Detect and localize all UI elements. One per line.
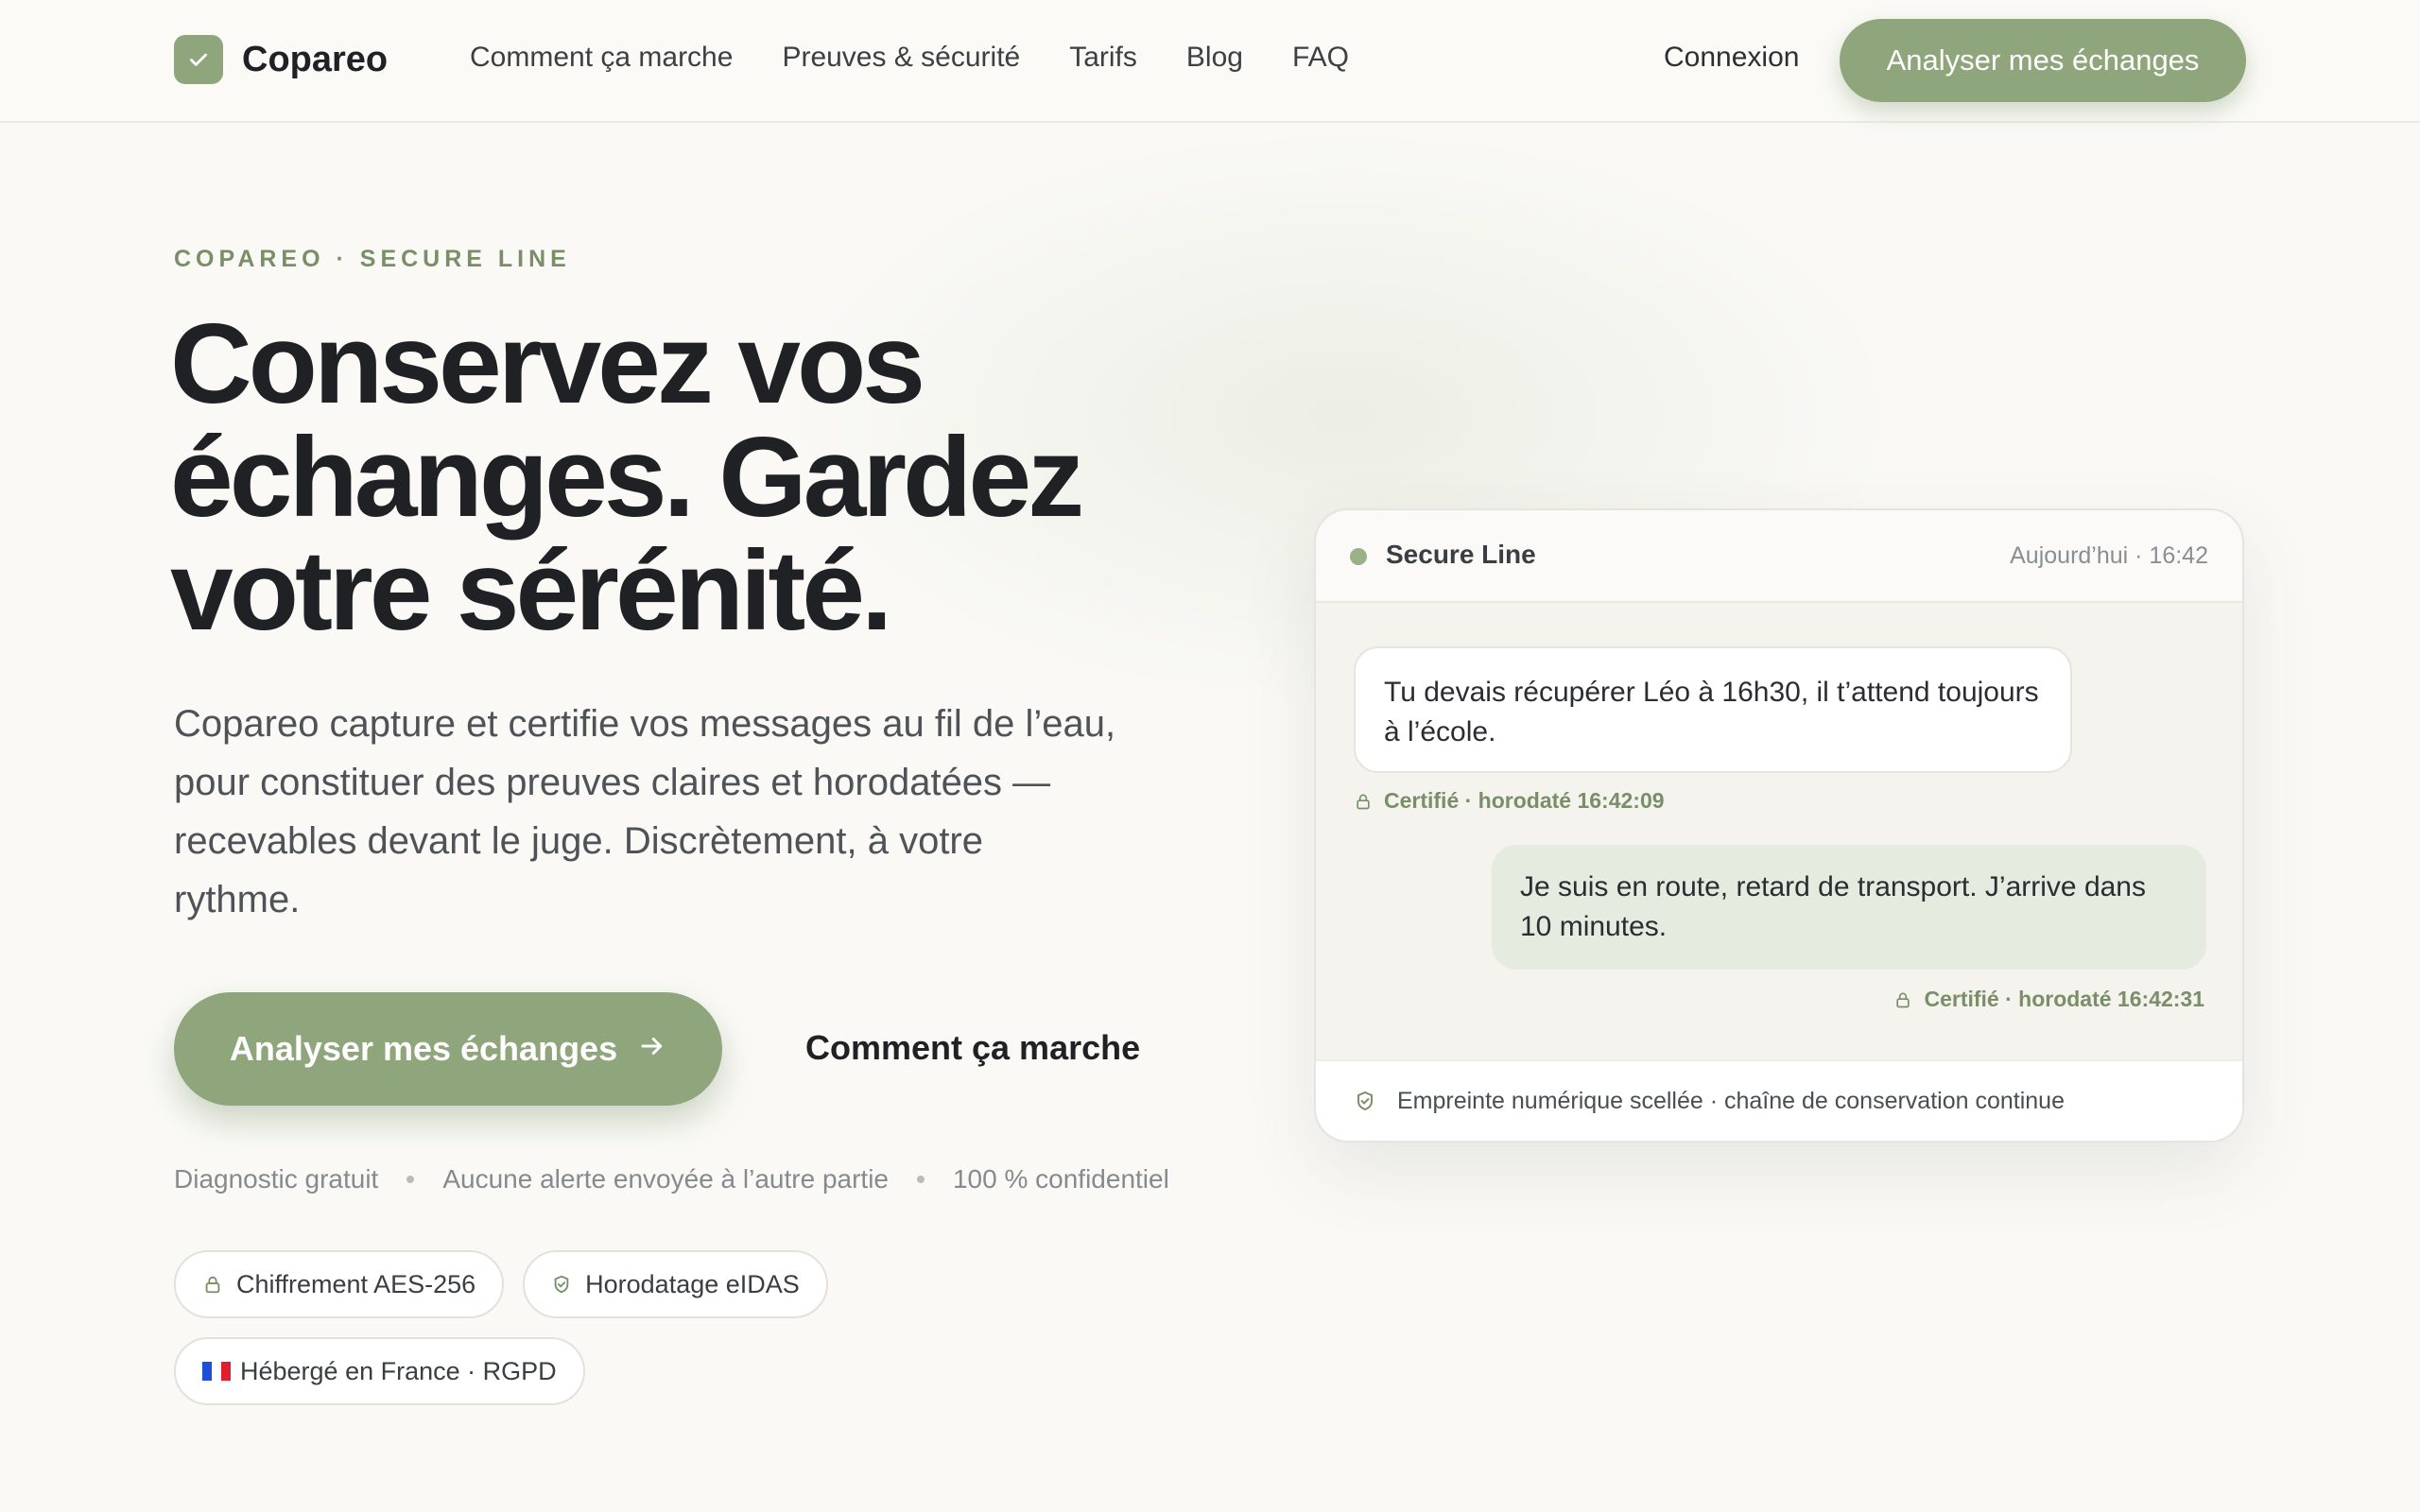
assurance-item: Diagnostic gratuit xyxy=(174,1164,379,1194)
nav-link-how-it-works[interactable]: Comment ça marche xyxy=(470,42,733,74)
arrow-right-icon xyxy=(638,1029,666,1069)
top-navigation: Copareo Comment ça marche Preuves & sécu… xyxy=(0,0,2420,123)
card-footer: Empreinte numérique scellée · chaîne de … xyxy=(1316,1059,2242,1141)
stamp-label: Certifié · horodaté 16:42:31 xyxy=(1924,987,2204,1011)
card-title: Secure Line xyxy=(1386,540,1536,569)
assurance-item: Aucune alerte envoyée à l’autre partie xyxy=(442,1164,889,1194)
shield-check-icon xyxy=(1357,1091,1373,1111)
assurance-list: Diagnostic gratuit Aucune alerte envoyée… xyxy=(174,1164,1169,1194)
trust-badges: Chiffrement AES-256 Horodatage eIDAS Héb… xyxy=(174,1250,892,1424)
headline-line-2: échanges. Gardez xyxy=(170,414,1084,541)
incoming-message: Tu devais récupérer Léo à 16h30, il t’at… xyxy=(1354,646,2072,773)
headline-line-3: votre sérénité. xyxy=(170,527,892,654)
stamp-label: Certifié · horodaté 16:42:09 xyxy=(1384,788,1665,813)
hero-analyze-button[interactable]: Analyser mes échanges xyxy=(174,992,722,1106)
outgoing-message: Je suis en route, retard de transport. J… xyxy=(1492,845,2206,970)
brand-name: Copareo xyxy=(242,39,389,79)
assurance-item: 100 % confidentiel xyxy=(952,1164,1169,1194)
lock-icon xyxy=(1896,992,1910,1007)
check-logo-icon xyxy=(174,35,223,84)
headline-line-1: Conservez vos xyxy=(170,301,925,427)
brand-logo[interactable]: Copareo xyxy=(174,35,388,84)
secure-line-card: Secure Line Aujourd’hui · 16:42 Tu devai… xyxy=(1314,508,2244,1143)
hero-how-it-works-link[interactable]: Comment ça marche xyxy=(805,1028,1140,1068)
shield-check-icon xyxy=(551,1274,572,1295)
nav-analyze-button[interactable]: Analyser mes échanges xyxy=(1840,19,2246,102)
hero-analyze-label: Analyser mes échanges xyxy=(229,1029,618,1068)
badge-label: Chiffrement AES-256 xyxy=(236,1269,476,1298)
nav-link-faq[interactable]: FAQ xyxy=(1292,42,1349,74)
hero-eyebrow: COPAREO · SECURE LINE xyxy=(174,246,571,272)
badge-encryption: Chiffrement AES-256 xyxy=(174,1250,505,1318)
hero-lead: Copareo capture et certifie vos messages… xyxy=(174,703,1116,920)
badge-label: Hébergé en France · RGPD xyxy=(240,1356,557,1385)
lock-icon xyxy=(1357,794,1370,809)
online-status-icon xyxy=(1350,548,1367,565)
bullet-separator xyxy=(916,1176,925,1183)
badge-hosting: Hébergé en France · RGPD xyxy=(174,1337,585,1405)
nav-links: Comment ça marche Preuves & sécurité Tar… xyxy=(470,42,1398,74)
hero-headline: Conservez vos échanges. Gardez votre sér… xyxy=(170,307,1191,647)
nav-link-pricing[interactable]: Tarifs xyxy=(1069,42,1137,74)
nav-link-blog[interactable]: Blog xyxy=(1186,42,1243,74)
lock-icon xyxy=(202,1274,223,1295)
certification-stamp: Certifié · horodaté 16:42:09 xyxy=(1354,788,1665,814)
certification-stamp: Certifié · horodaté 16:42:31 xyxy=(1893,987,2204,1012)
france-flag-icon xyxy=(202,1362,231,1381)
login-link[interactable]: Connexion xyxy=(1664,42,1799,74)
bullet-separator xyxy=(406,1176,415,1183)
card-timestamp: Aujourd’hui · 16:42 xyxy=(2010,542,2208,569)
badge-timestamping: Horodatage eIDAS xyxy=(523,1250,828,1318)
nav-link-proofs-security[interactable]: Preuves & sécurité xyxy=(782,42,1020,74)
badge-label: Horodatage eIDAS xyxy=(585,1269,800,1298)
card-footer-text: Empreinte numérique scellée · chaîne de … xyxy=(1397,1087,2065,1114)
card-header: Secure Line Aujourd’hui · 16:42 xyxy=(1316,510,2242,603)
